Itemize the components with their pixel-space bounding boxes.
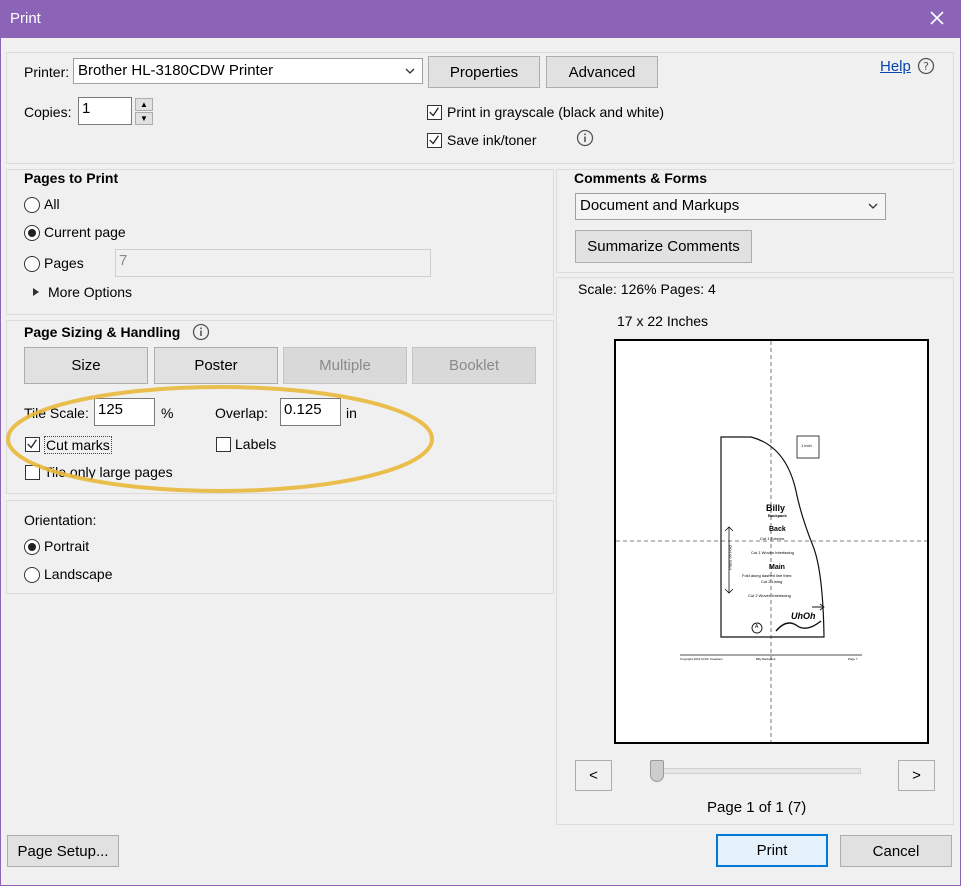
help-link[interactable]: Help xyxy=(880,58,911,75)
size-button[interactable]: Size xyxy=(24,347,148,384)
pages-range-label: Pages xyxy=(44,255,84,271)
doc-interfacing-line: Cut 1 Woven Interfacing xyxy=(751,550,794,555)
comments-select[interactable]: Document and Markups xyxy=(575,193,886,220)
info-icon[interactable] xyxy=(192,323,210,341)
next-page-button[interactable]: > xyxy=(898,760,935,791)
window-title: Print xyxy=(10,10,41,27)
doc-interfacing-line2: Cut 2 Woven Interfacing xyxy=(748,593,791,598)
tile-scale-label: Tile Scale: xyxy=(24,405,89,421)
comments-forms-title: Comments & Forms xyxy=(574,170,708,186)
pages-all-radio[interactable] xyxy=(24,197,40,213)
pages-range-input[interactable]: 7 xyxy=(115,249,431,277)
info-icon[interactable] xyxy=(576,129,594,147)
doc-logo-text: UhOh xyxy=(791,611,816,621)
grain-arrow xyxy=(812,603,825,611)
comments-select-value: Document and Markups xyxy=(580,197,740,214)
save-ink-checkbox[interactable] xyxy=(427,133,442,148)
printer-select[interactable]: Brother HL-3180CDW Printer xyxy=(73,58,423,84)
more-options-label[interactable]: More Options xyxy=(48,284,132,300)
page-slider-track[interactable] xyxy=(650,768,861,774)
cut-marks-label: Cut marks xyxy=(44,436,112,454)
doc-back-title: Back xyxy=(769,526,786,533)
preview-size-text: 17 x 22 Inches xyxy=(617,313,709,329)
tile-large-label: Tile only large pages xyxy=(44,464,173,480)
copies-input[interactable]: 1 xyxy=(78,97,132,125)
svg-text:?: ? xyxy=(923,60,929,73)
doc-fold-line: Fold along dashed line then: xyxy=(742,573,793,578)
pages-to-print-title: Pages to Print xyxy=(24,170,119,186)
preview-scale-text: Scale: 126% Pages: 4 xyxy=(578,281,716,297)
printer-select-value: Brother HL-3180CDW Printer xyxy=(78,62,274,79)
doc-back-line: Cut 1 Exterior xyxy=(760,536,785,541)
doc-one-inch: 1 inch xyxy=(801,443,812,448)
orientation-title: Orientation: xyxy=(24,512,97,528)
properties-button[interactable]: Properties xyxy=(428,56,540,88)
page-sizing-title: Page Sizing & Handling xyxy=(24,324,181,340)
doc-circle-letter: A xyxy=(755,624,759,630)
close-icon[interactable] xyxy=(927,8,947,28)
doc-brand: Billy xyxy=(766,503,786,513)
pages-current-radio[interactable] xyxy=(24,225,40,241)
portrait-radio[interactable] xyxy=(24,539,40,555)
prev-page-button[interactable]: < xyxy=(575,760,612,791)
page-status: Page 1 of 1 (7) xyxy=(707,799,807,816)
doc-lining-line: Cut 2 Lining xyxy=(761,579,783,584)
checkmark-icon xyxy=(429,107,439,117)
landscape-radio[interactable] xyxy=(24,567,40,583)
logo-swoosh xyxy=(775,620,822,632)
tile-large-checkbox[interactable] xyxy=(25,465,40,480)
overlap-input[interactable]: 0.125 xyxy=(280,398,341,426)
overlap-unit: in xyxy=(346,405,357,421)
doc-footer-mid: Billy Backpack xyxy=(756,657,776,661)
doc-main-title: Main xyxy=(769,564,785,571)
copies-label: Copies: xyxy=(24,104,72,120)
copies-up-button[interactable]: ▲ xyxy=(135,98,153,111)
tile-scale-input[interactable]: 125 xyxy=(94,398,155,426)
preview-document xyxy=(616,341,927,742)
doc-footer-right: Page 7 xyxy=(848,657,858,661)
page-slider-thumb[interactable] xyxy=(650,760,664,782)
booklet-button[interactable]: Booklet xyxy=(412,347,536,384)
title-bar: Print xyxy=(0,0,961,38)
labels-checkbox[interactable] xyxy=(216,437,231,452)
multiple-button[interactable]: Multiple xyxy=(283,347,407,384)
poster-button[interactable]: Poster xyxy=(154,347,278,384)
triangle-right-icon[interactable] xyxy=(31,287,41,297)
pages-all-label: All xyxy=(44,196,60,212)
chevron-down-icon xyxy=(405,68,415,74)
labels-label: Labels xyxy=(235,436,277,452)
landscape-label: Landscape xyxy=(44,566,113,582)
grayscale-label: Print in grayscale (black and white) xyxy=(447,104,665,120)
save-ink-label: Save ink/toner xyxy=(447,132,537,148)
summarize-comments-button[interactable]: Summarize Comments xyxy=(575,230,752,263)
chevron-down-icon xyxy=(868,203,878,209)
overlap-label: Overlap: xyxy=(215,405,268,421)
print-button[interactable]: Print xyxy=(716,834,828,867)
checkmark-icon xyxy=(27,439,37,449)
help-question-icon[interactable]: ? xyxy=(917,57,935,75)
doc-place-on-fold: Place on Fold xyxy=(727,545,733,570)
portrait-label: Portrait xyxy=(44,538,90,554)
pages-current-label: Current page xyxy=(44,224,126,240)
grayscale-checkbox[interactable] xyxy=(427,105,442,120)
copies-down-button[interactable]: ▼ xyxy=(135,112,153,125)
tile-scale-unit: % xyxy=(161,405,174,421)
checkmark-icon xyxy=(429,135,439,145)
pages-range-radio[interactable] xyxy=(24,256,40,272)
cancel-button[interactable]: Cancel xyxy=(840,835,952,867)
doc-footer-left: Copyright 2019 UhOh Creations xyxy=(680,657,723,661)
advanced-button[interactable]: Advanced xyxy=(546,56,658,88)
preview-page: 1 inch Billy Backpack Back Cut 1 Exterio… xyxy=(614,339,929,744)
doc-brand-sub: Backpack xyxy=(768,513,787,518)
cut-marks-checkbox[interactable] xyxy=(25,437,40,452)
page-setup-button[interactable]: Page Setup... xyxy=(7,835,119,867)
printer-label: Printer: xyxy=(24,64,70,80)
